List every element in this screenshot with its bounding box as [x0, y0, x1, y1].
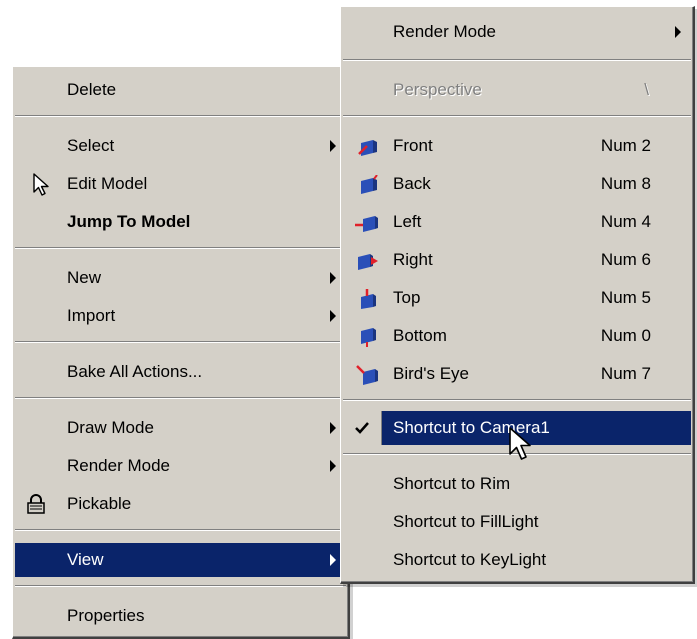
menu-item-label: Properties [67, 606, 145, 625]
menu-separator [343, 399, 691, 401]
menu-item-shortcut: Num 0 [600, 326, 651, 345]
menu-item-label: Left [393, 212, 422, 231]
menu-item-label: Delete [67, 80, 117, 99]
menu-item-label: Edit Model [67, 174, 148, 193]
menu-separator [15, 247, 346, 249]
menu-item-shortcut: Num 8 [600, 174, 651, 193]
cube-right-icon [358, 254, 378, 270]
menu-item-shortcut: Num 6 [600, 250, 651, 269]
menu-item-label: Bottom [393, 326, 447, 345]
cube-front-icon [358, 140, 377, 156]
padlock-icon [27, 494, 45, 514]
menu-item-bottom[interactable]: Bottom Num 0 [343, 319, 691, 353]
menu-item-shortcut-keylight[interactable]: Shortcut to KeyLight [343, 543, 691, 577]
menu-item-label: Jump To Model [67, 212, 191, 231]
menu-item-shortcut: Num 5 [600, 288, 651, 307]
menu-item-edit-model[interactable]: Edit Model [15, 167, 346, 201]
context-menu: Delete Select Edit Model Jump To Model N… [12, 66, 350, 639]
menu-separator [15, 529, 346, 531]
menu-item-label: Perspective [393, 80, 482, 99]
menu-item-new[interactable]: New [15, 261, 346, 295]
menu-item-label: Render Mode [67, 456, 171, 475]
menu-item-label: Pickable [67, 494, 132, 513]
menu-item-label: Shortcut to FillLight [393, 512, 539, 531]
menu-item-perspective: Perspective \ [343, 73, 691, 107]
menu-item-label: Render Mode [393, 22, 497, 41]
menu-item-view[interactable]: View [15, 543, 346, 577]
menu-separator [15, 397, 346, 399]
cube-bottom-icon [361, 328, 376, 347]
submenu-arrow-icon [330, 140, 336, 152]
menu-item-select[interactable]: Select [15, 129, 346, 163]
menu-item-label: Back [393, 174, 431, 193]
menu-item-render-mode[interactable]: Render Mode [343, 15, 691, 49]
menu-item-label: Top [393, 288, 421, 307]
menu-item-render-mode[interactable]: Render Mode [15, 449, 346, 483]
menu-item-label: Import [67, 306, 116, 325]
checkmark-icon [355, 422, 369, 434]
menu-item-back[interactable]: Back Num 8 [343, 167, 691, 201]
cube-birdseye-icon [356, 365, 378, 385]
check-gutter [343, 411, 382, 445]
menu-item-shortcut: Num 4 [600, 212, 651, 231]
cube-left-icon [355, 216, 378, 232]
cube-top-icon [361, 289, 376, 309]
menu-item-label: Front [393, 136, 433, 155]
menu-item-shortcut: \ [644, 80, 649, 99]
menu-item-right[interactable]: Right Num 6 [343, 243, 691, 277]
menu-item-shortcut: Num 2 [600, 136, 651, 155]
menu-item-draw-mode[interactable]: Draw Mode [15, 411, 346, 445]
menu-item-birds-eye[interactable]: Bird's Eye Num 7 [343, 357, 691, 391]
mouse-pointer-icon [509, 427, 531, 460]
cube-back-icon [361, 175, 378, 194]
menu-item-label: Right [393, 250, 433, 269]
submenu-arrow-icon [330, 460, 336, 472]
menu-item-delete[interactable]: Delete [15, 73, 346, 107]
menu-item-label: Draw Mode [67, 418, 154, 437]
menu-separator [15, 585, 346, 587]
menu-item-label: Select [67, 136, 115, 155]
menu-separator [15, 115, 346, 117]
view-submenu: Render Mode Perspective \ Front Num 2 Ba… [340, 6, 695, 584]
menu-item-shortcut: Num 7 [600, 364, 651, 383]
submenu-arrow-icon [330, 310, 336, 322]
menu-item-label: Shortcut to KeyLight [393, 550, 547, 569]
menu-separator [343, 115, 691, 117]
menu-separator [15, 341, 346, 343]
submenu-arrow-icon [330, 422, 336, 434]
menu-item-jump-to-model[interactable]: Jump To Model [15, 205, 346, 239]
menu-item-shortcut-filllight[interactable]: Shortcut to FillLight [343, 505, 691, 539]
submenu-arrow-icon [330, 554, 336, 566]
menu-item-label: Bake All Actions... [67, 362, 203, 381]
menu-item-shortcut-rim[interactable]: Shortcut to Rim [343, 467, 691, 501]
menu-item-label: Bird's Eye [393, 364, 469, 383]
menu-separator [343, 59, 691, 61]
menu-item-pickable[interactable]: Pickable [15, 487, 346, 521]
menu-item-label: View [67, 550, 104, 569]
menu-item-top[interactable]: Top Num 5 [343, 281, 691, 315]
menu-item-label: New [67, 268, 102, 287]
menu-item-left[interactable]: Left Num 4 [343, 205, 691, 239]
menu-item-bake-all-actions[interactable]: Bake All Actions... [15, 355, 346, 389]
arrow-cursor-icon [33, 173, 49, 196]
submenu-arrow-icon [330, 272, 336, 284]
submenu-arrow-icon [675, 26, 681, 38]
menu-item-front[interactable]: Front Num 2 [343, 129, 691, 163]
menu-item-import[interactable]: Import [15, 299, 346, 333]
menu-item-label: Shortcut to Rim [393, 474, 511, 493]
menu-item-properties[interactable]: Properties [15, 599, 346, 633]
